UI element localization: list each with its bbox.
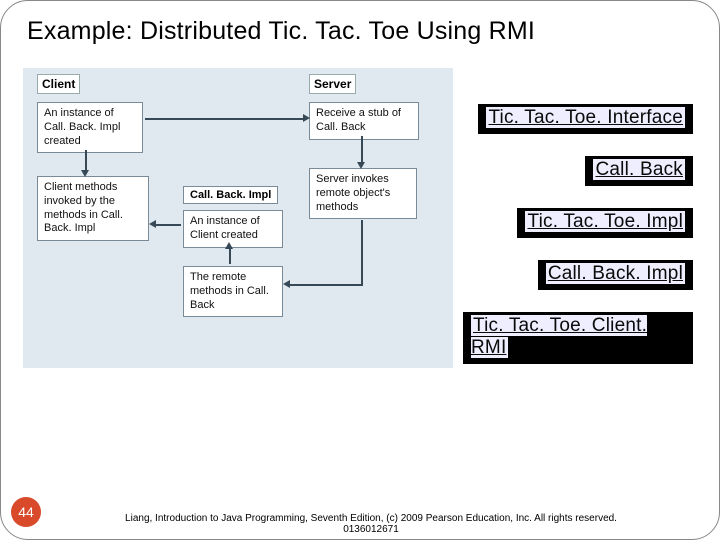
box-srv-receive: Receive a stub of Call. Back	[309, 102, 419, 140]
slide-title: Example: Distributed Tic. Tac. Toe Using…	[27, 17, 697, 46]
class-button-label: Tic. Tac. Toe. Client. RMI	[471, 315, 647, 358]
class-button-column: Tic. Tac. Toe. Interface Call. Back Tic.…	[463, 104, 693, 364]
diagram-header-client: Client	[37, 74, 80, 94]
class-button-interface[interactable]: Tic. Tac. Toe. Interface	[478, 104, 693, 134]
box-client-instance: An instance of Call. Back. Impl created	[37, 102, 143, 153]
arrow-head-icon	[303, 114, 310, 122]
arrow-head-icon	[225, 242, 233, 249]
class-button-label: Call. Back	[593, 159, 685, 180]
class-button-label: Tic. Tac. Toe. Interface	[486, 107, 685, 128]
page-number: 44	[18, 504, 34, 520]
rmi-diagram: Client Server An instance of Call. Back.…	[23, 68, 453, 368]
arrow-seg	[153, 224, 181, 226]
box-cb-instance: An instance of Client created	[183, 210, 283, 248]
arrow-head-icon	[357, 162, 365, 169]
arrow-seg	[287, 284, 363, 286]
diagram-header-callbackimpl: Call. Back. Impl	[183, 186, 278, 204]
page-number-badge: 44	[11, 497, 41, 527]
class-button-label: Tic. Tac. Toe. Impl	[525, 211, 685, 232]
class-button-callbackimpl[interactable]: Call. Back. Impl	[538, 260, 693, 290]
box-cb-remote: The remote methods in Call. Back	[183, 266, 283, 317]
arrow-head-icon	[283, 280, 290, 288]
diagram-header-server: Server	[309, 74, 356, 94]
box-client-methods: Client methods invoked by the methods in…	[37, 176, 149, 241]
class-button-clientrmi[interactable]: Tic. Tac. Toe. Client. RMI	[463, 312, 693, 364]
arrow-seg	[145, 118, 305, 120]
slide-frame: Example: Distributed Tic. Tac. Toe Using…	[0, 0, 720, 540]
box-srv-invoke: Server invokes remote object's methods	[309, 168, 417, 219]
copyright-text: Liang, Introduction to Java Programming,…	[121, 513, 621, 535]
class-button-label: Call. Back. Impl	[546, 263, 685, 284]
arrow-head-icon	[149, 220, 156, 228]
arrow-seg	[85, 150, 87, 172]
class-button-callback[interactable]: Call. Back	[585, 156, 693, 186]
class-button-impl[interactable]: Tic. Tac. Toe. Impl	[517, 208, 693, 238]
arrow-seg	[361, 220, 363, 286]
arrow-seg	[361, 136, 363, 164]
content-area: Client Server An instance of Call. Back.…	[23, 56, 697, 486]
arrow-head-icon	[81, 170, 89, 177]
